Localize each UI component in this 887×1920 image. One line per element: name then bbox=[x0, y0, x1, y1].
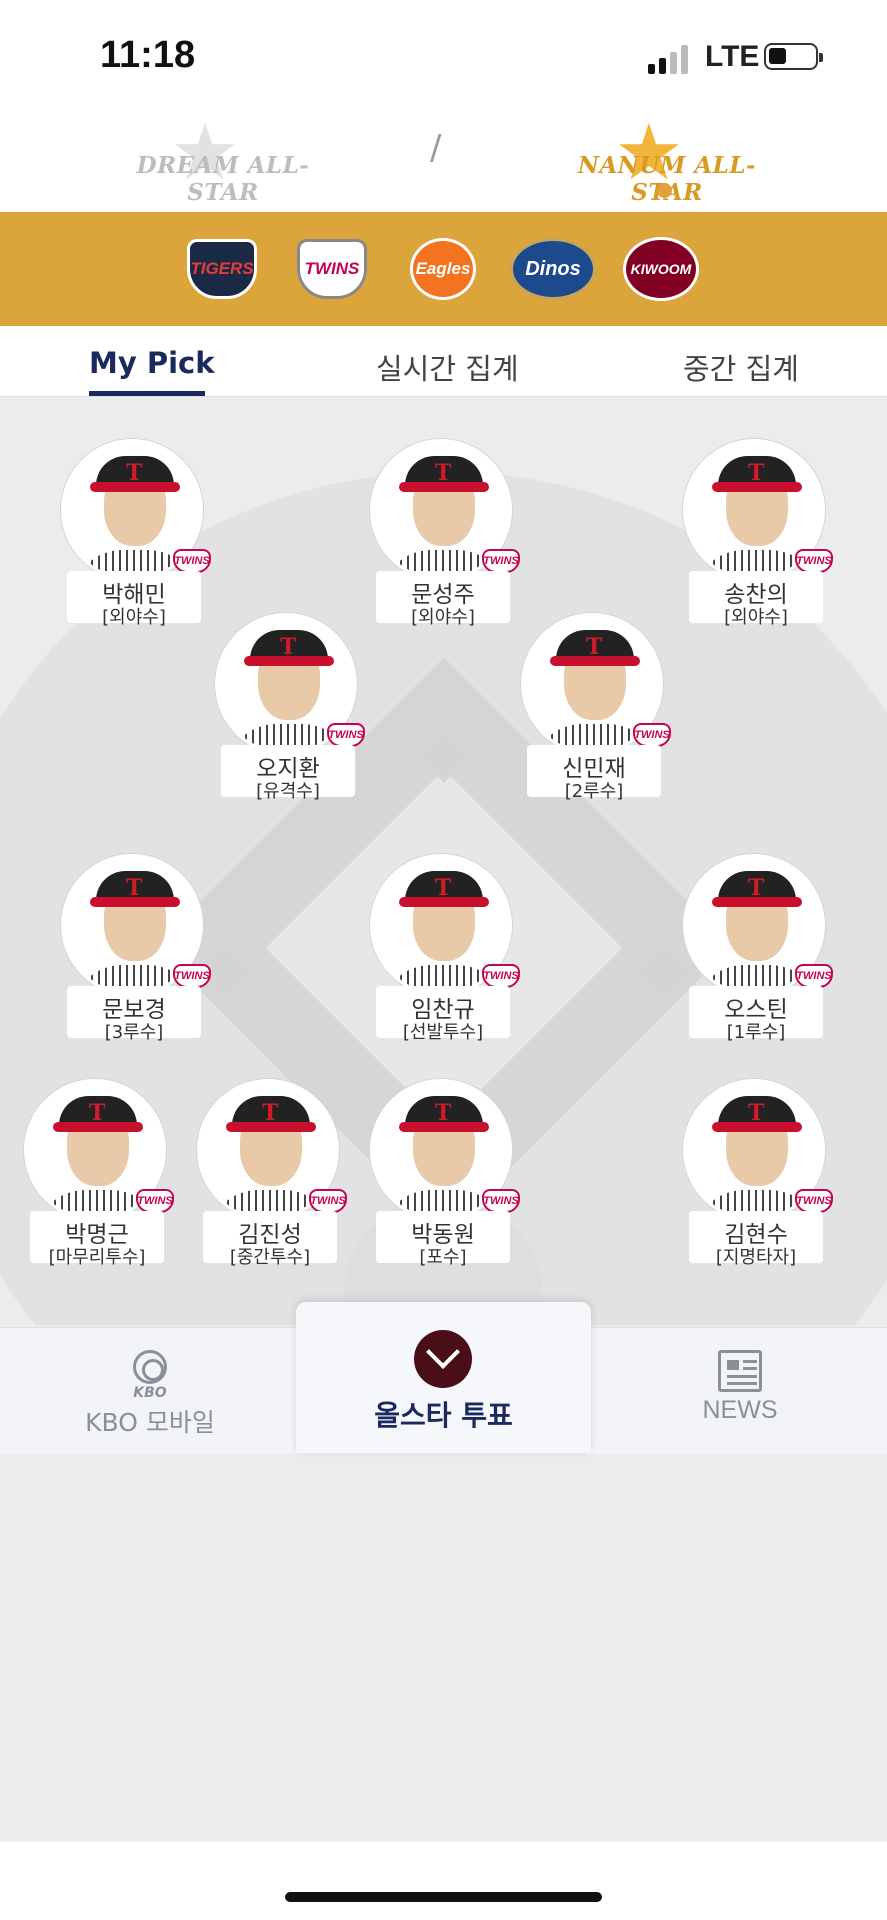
team-mark-icon: TWINS bbox=[309, 1189, 347, 1213]
player-position: [포수] bbox=[419, 1247, 467, 1268]
player-label: 문성주 [외야수] bbox=[376, 571, 510, 628]
switch-separator: / bbox=[430, 128, 442, 168]
player-label: 신민재 [2루수] bbox=[527, 745, 661, 802]
signal-icon bbox=[648, 44, 694, 74]
team-logo-bar: TIGERS TWINS Eagles Dinos KIWOOM bbox=[0, 212, 887, 326]
selected-indicator bbox=[657, 183, 672, 198]
player-card[interactable]: T TWINS 임찬규 [선발투수] bbox=[370, 854, 520, 1054]
team-mark-icon: TWINS bbox=[795, 1189, 833, 1213]
player-label: 김진성 [중간투수] bbox=[203, 1211, 337, 1268]
player-label: 오스틴 [1루수] bbox=[689, 986, 823, 1043]
player-position: [지명타자] bbox=[715, 1247, 797, 1268]
tigers-logo[interactable]: TIGERS bbox=[184, 236, 260, 302]
status-bar: 11:18 LTE bbox=[0, 0, 887, 100]
team-mark-icon: TWINS bbox=[795, 549, 833, 573]
network-label: LTE bbox=[705, 40, 760, 73]
dream-allstar-logo[interactable]: ★ DREAM ALL-STAR bbox=[108, 114, 338, 206]
player-label: 문보경 [3루수] bbox=[67, 986, 201, 1043]
team-mark-icon: TWINS bbox=[482, 1189, 520, 1213]
tab-interim[interactable]: 중간 집계 bbox=[683, 346, 799, 388]
team-mark-icon: TWINS bbox=[482, 549, 520, 573]
player-label: 송찬의 [외야수] bbox=[689, 571, 823, 628]
team-mark-icon: TWINS bbox=[795, 964, 833, 988]
team-mark-icon: TWINS bbox=[173, 964, 211, 988]
eagles-logo[interactable]: Eagles bbox=[405, 236, 481, 302]
player-card[interactable]: T TWINS 송찬의 [외야수] bbox=[683, 439, 833, 639]
newspaper-icon bbox=[718, 1350, 762, 1392]
team-mark-icon: TWINS bbox=[136, 1189, 174, 1213]
player-label: 박명근 [마무리투수] bbox=[30, 1211, 164, 1268]
team-mark-icon: TWINS bbox=[173, 549, 211, 573]
player-label: 김현수 [지명타자] bbox=[689, 1211, 823, 1268]
player-label: 오지환 [유격수] bbox=[221, 745, 355, 802]
player-position: [마무리투수] bbox=[48, 1247, 146, 1268]
team-mark-icon: TWINS bbox=[633, 723, 671, 747]
player-card[interactable]: T TWINS 박동원 [포수] bbox=[370, 1079, 520, 1279]
kbo-logo-icon bbox=[133, 1350, 167, 1384]
kiwoom-logo[interactable]: KIWOOM bbox=[623, 236, 699, 302]
home-indicator bbox=[285, 1892, 602, 1902]
allstar-switch: ★ DREAM ALL-STAR / ★ NANUM ALL-STAR bbox=[0, 100, 887, 212]
battery-icon bbox=[764, 43, 823, 70]
chevron-down-icon[interactable] bbox=[414, 1330, 472, 1388]
tab-realtime[interactable]: 실시간 집계 bbox=[376, 346, 519, 388]
player-card[interactable]: T TWINS 오지환 [유격수] bbox=[215, 613, 365, 813]
nav-kbo-mobile[interactable]: KBO KBO 모바일 bbox=[80, 1350, 220, 1439]
player-card[interactable]: T TWINS 신민재 [2루수] bbox=[521, 613, 671, 813]
nav-news[interactable]: NEWS bbox=[670, 1350, 810, 1425]
player-position: [외야수] bbox=[102, 607, 166, 628]
player-position: [3루수] bbox=[104, 1022, 164, 1043]
player-card[interactable]: T TWINS 김진성 [중간투수] bbox=[197, 1079, 347, 1279]
player-label: 임찬규 [선발투수] bbox=[376, 986, 510, 1043]
active-tab-underline bbox=[89, 391, 205, 396]
player-card[interactable]: T TWINS 오스틴 [1루수] bbox=[683, 854, 833, 1054]
nav-allstar-vote[interactable]: 올스타 투표 bbox=[296, 1302, 591, 1453]
baseball-field: T TWINS 박해민 [외야수] T TWINS 문성주 [외야수] T TWINS 송찬의 [외야… bbox=[0, 397, 887, 1325]
player-position: [외야수] bbox=[411, 607, 475, 628]
player-card[interactable]: T TWINS 박해민 [외야수] bbox=[61, 439, 211, 639]
player-position: [2루수] bbox=[564, 781, 624, 802]
player-position: [유격수] bbox=[256, 781, 320, 802]
player-position: [선발투수] bbox=[402, 1022, 484, 1043]
player-label: 박동원 [포수] bbox=[376, 1211, 510, 1268]
tab-my-pick[interactable]: My Pick bbox=[89, 346, 215, 380]
status-time: 11:18 bbox=[100, 34, 196, 76]
player-card[interactable]: T TWINS 문성주 [외야수] bbox=[370, 439, 520, 639]
player-card[interactable]: T TWINS 문보경 [3루수] bbox=[61, 854, 211, 1054]
player-position: [1루수] bbox=[726, 1022, 786, 1043]
player-position: [외야수] bbox=[724, 607, 788, 628]
team-mark-icon: TWINS bbox=[327, 723, 365, 747]
player-card[interactable]: T TWINS 김현수 [지명타자] bbox=[683, 1079, 833, 1279]
twins-logo[interactable]: TWINS bbox=[294, 236, 370, 302]
tab-bar: My Pick 실시간 집계 중간 집계 bbox=[0, 326, 887, 397]
team-mark-icon: TWINS bbox=[482, 964, 520, 988]
player-card[interactable]: T TWINS 박명근 [마무리투수] bbox=[24, 1079, 174, 1279]
dinos-logo[interactable]: Dinos bbox=[508, 236, 598, 302]
nanum-allstar-logo[interactable]: ★ NANUM ALL-STAR bbox=[552, 114, 782, 206]
player-position: [중간투수] bbox=[229, 1247, 311, 1268]
player-label: 박해민 [외야수] bbox=[67, 571, 201, 628]
